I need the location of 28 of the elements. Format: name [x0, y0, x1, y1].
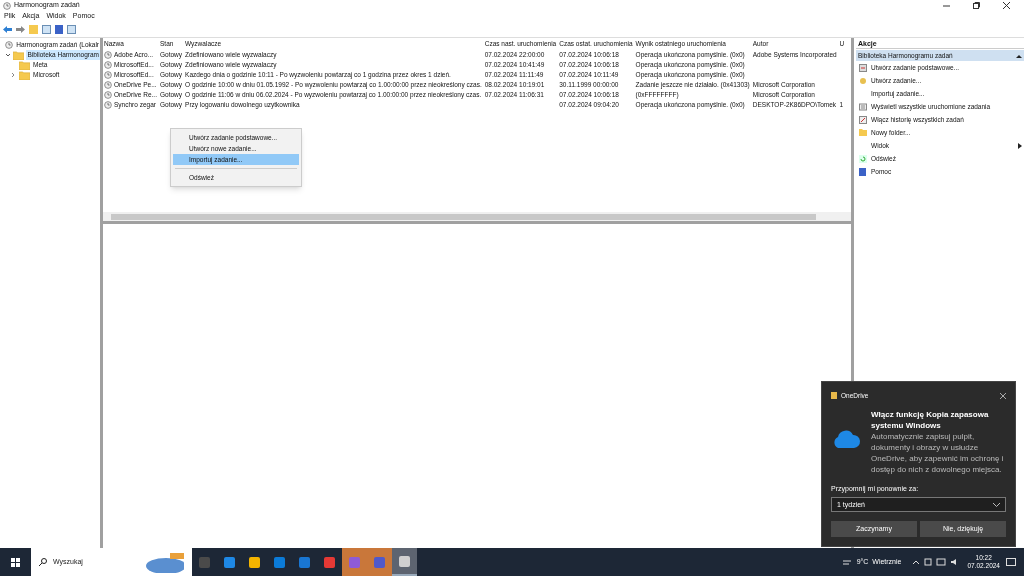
refresh-icon	[858, 154, 867, 163]
start-icon[interactable]	[11, 557, 20, 567]
panel-icon[interactable]	[42, 25, 51, 34]
history-icon	[858, 115, 867, 124]
taskbar-app-icon[interactable]	[392, 548, 417, 576]
toast-message: Automatycznie zapisuj pulpit, dokumenty i obrazy w usłudze OneDrive, aby zapewnić im ochronę i dostęp do nich z dowolnego miejsca.	[871, 430, 1005, 475]
app-icon	[831, 392, 837, 400]
back-arrow-icon[interactable]	[3, 26, 12, 33]
cloud-icon	[831, 428, 861, 449]
toast-title: Włącz funkcję Kopia zapasowa systemu Windows	[871, 408, 990, 431]
list-icon	[858, 102, 867, 111]
chevron-down-icon	[993, 502, 1000, 507]
close-icon[interactable]	[1000, 392, 1006, 399]
submenu-arrow-icon	[1018, 142, 1022, 149]
notification-icon[interactable]	[1006, 557, 1016, 567]
panel-icon[interactable]	[67, 25, 76, 34]
expander-icon[interactable]	[10, 72, 16, 78]
horizontal-scrollbar[interactable]	[103, 212, 851, 221]
folder-icon	[19, 60, 30, 70]
task-wizard-icon	[858, 63, 867, 72]
help-icon	[859, 167, 866, 176]
expander-icon[interactable]	[5, 52, 11, 58]
forward-arrow-icon[interactable]	[16, 26, 25, 33]
folder-icon	[858, 129, 867, 136]
folder-icon	[19, 70, 30, 80]
search-icon	[39, 558, 47, 566]
folder-icon	[13, 50, 25, 60]
collapse-icon[interactable]	[1016, 53, 1022, 58]
